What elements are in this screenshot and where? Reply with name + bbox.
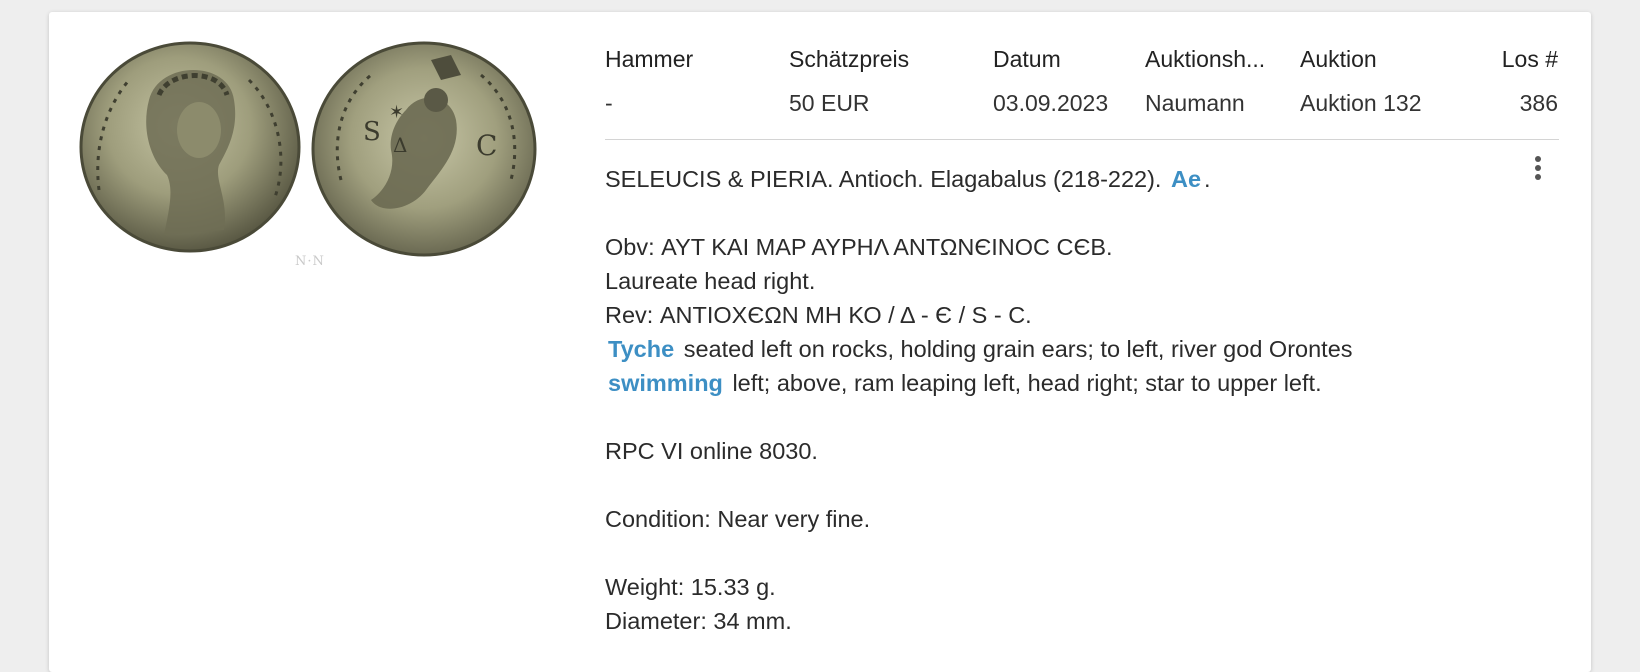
header-auction-house[interactable]: Auktionsh...	[1145, 46, 1275, 73]
svg-text:✶: ✶	[389, 102, 404, 123]
coin-reverse-image[interactable]: ✶ Δ S C	[311, 40, 537, 258]
svg-text:Δ: Δ	[393, 133, 407, 157]
reverse-description-line1: Tyche seated left on rocks, holding grai…	[605, 332, 1515, 366]
svg-text:S: S	[363, 117, 381, 147]
table-header-row: Hammer Schätzpreis Datum Auktionsh... Au…	[605, 46, 1565, 90]
coin-obverse-image[interactable]	[79, 40, 301, 254]
value-date: 03.09.2023	[993, 90, 1109, 116]
reverse-description-line2: swimming left; above, ram leaping left, …	[605, 366, 1515, 400]
more-options-button[interactable]	[1526, 154, 1550, 190]
lot-details: Hammer Schätzpreis Datum Auktionsh... Au…	[605, 12, 1565, 634]
table-row: - 50 EUR 03.09.2023 Naumann Auktion 132 …	[605, 90, 1565, 130]
obverse-legend: Obv: ΑΥΤ ΚΑΙ ΜΑΡ ΑΥΡΗΛ ΑΝΤΩΝЄΙΝΟϹ ϹЄΒ.	[605, 234, 1113, 260]
header-hammer[interactable]: Hammer	[605, 46, 775, 73]
value-estimate: 50 EUR	[789, 90, 870, 116]
reference: RPC VI online 8030.	[605, 438, 818, 464]
value-auction-house: Naumann	[1145, 90, 1245, 116]
svg-text:C: C	[476, 129, 497, 162]
link-ae[interactable]: Ae	[1168, 166, 1204, 192]
weight: Weight: 15.33 g.	[605, 574, 776, 600]
value-lot: 386	[1519, 90, 1558, 116]
condition: Condition: Near very fine.	[605, 506, 871, 532]
header-estimate[interactable]: Schätzpreis	[789, 46, 979, 73]
more-vert-icon	[1535, 156, 1541, 162]
header-lot[interactable]: Los #	[1465, 46, 1558, 73]
lot-description: SELEUCIS & PIERIA. Antioch. Elagabalus (…	[605, 162, 1515, 638]
value-hammer: -	[605, 90, 613, 116]
description-title: SELEUCIS & PIERIA. Antioch. Elagabalus (…	[605, 166, 1211, 192]
diameter: Diameter: 34 mm.	[605, 608, 792, 634]
lot-card: ✶ Δ S C N·N Hammer Schätzpreis Datum Auk…	[49, 12, 1591, 672]
link-swimming[interactable]: swimming	[605, 370, 726, 396]
header-auction[interactable]: Auktion	[1300, 46, 1470, 73]
divider	[605, 139, 1559, 140]
obverse-description: Laureate head right.	[605, 268, 816, 294]
header-date[interactable]: Datum	[993, 46, 1143, 73]
reverse-legend: Rev: ΑΝΤΙΟΧЄΩΝ ΜΗ ΚΟ / Δ - Є / S - C.	[605, 302, 1032, 328]
image-watermark: N·N	[295, 254, 325, 269]
coin-images[interactable]: ✶ Δ S C N·N	[79, 40, 539, 280]
link-tyche[interactable]: Tyche	[605, 336, 677, 362]
value-auction: Auktion 132	[1300, 90, 1422, 116]
